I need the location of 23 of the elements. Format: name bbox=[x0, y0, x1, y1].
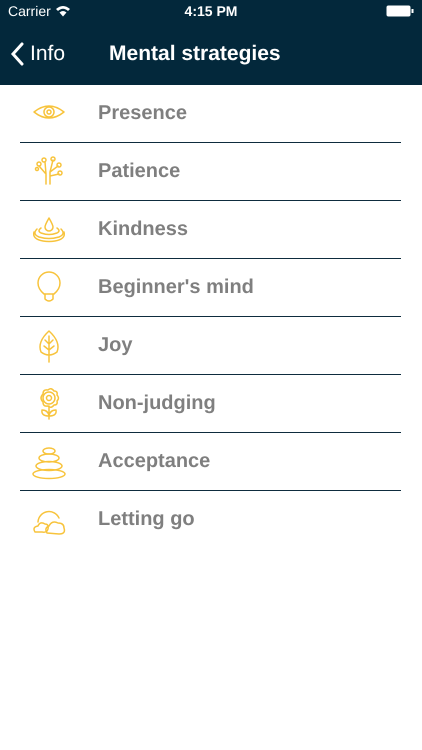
screen-title: Mental strategies bbox=[109, 42, 281, 66]
strategy-row[interactable]: Beginner's mind bbox=[20, 259, 401, 317]
strategy-label: Beginner's mind bbox=[98, 276, 254, 299]
strategy-row[interactable]: Joy bbox=[20, 317, 401, 375]
strategy-label: Letting go bbox=[98, 508, 195, 531]
strategy-row[interactable]: Presence bbox=[20, 85, 401, 143]
wifi-icon bbox=[54, 5, 71, 17]
strategy-label: Kindness bbox=[98, 218, 188, 241]
strategy-row[interactable]: Acceptance bbox=[20, 433, 401, 491]
battery-icon bbox=[386, 5, 414, 17]
carrier-label: Carrier bbox=[8, 3, 51, 19]
strategy-label: Acceptance bbox=[98, 450, 210, 473]
strategy-row[interactable]: Letting go bbox=[20, 491, 401, 548]
strategy-label: Non-judging bbox=[98, 392, 216, 415]
strategy-label: Presence bbox=[98, 102, 187, 125]
strategy-row[interactable]: Kindness bbox=[20, 201, 401, 259]
back-button[interactable]: Info bbox=[10, 42, 66, 66]
strategy-label: Patience bbox=[98, 160, 180, 183]
time-label: 4:15 PM bbox=[184, 3, 238, 19]
chevron-left-icon bbox=[10, 42, 24, 66]
strategy-row[interactable]: Patience bbox=[20, 143, 401, 201]
strategy-label: Joy bbox=[98, 334, 132, 357]
strategy-row[interactable]: Non-judging bbox=[20, 375, 401, 433]
